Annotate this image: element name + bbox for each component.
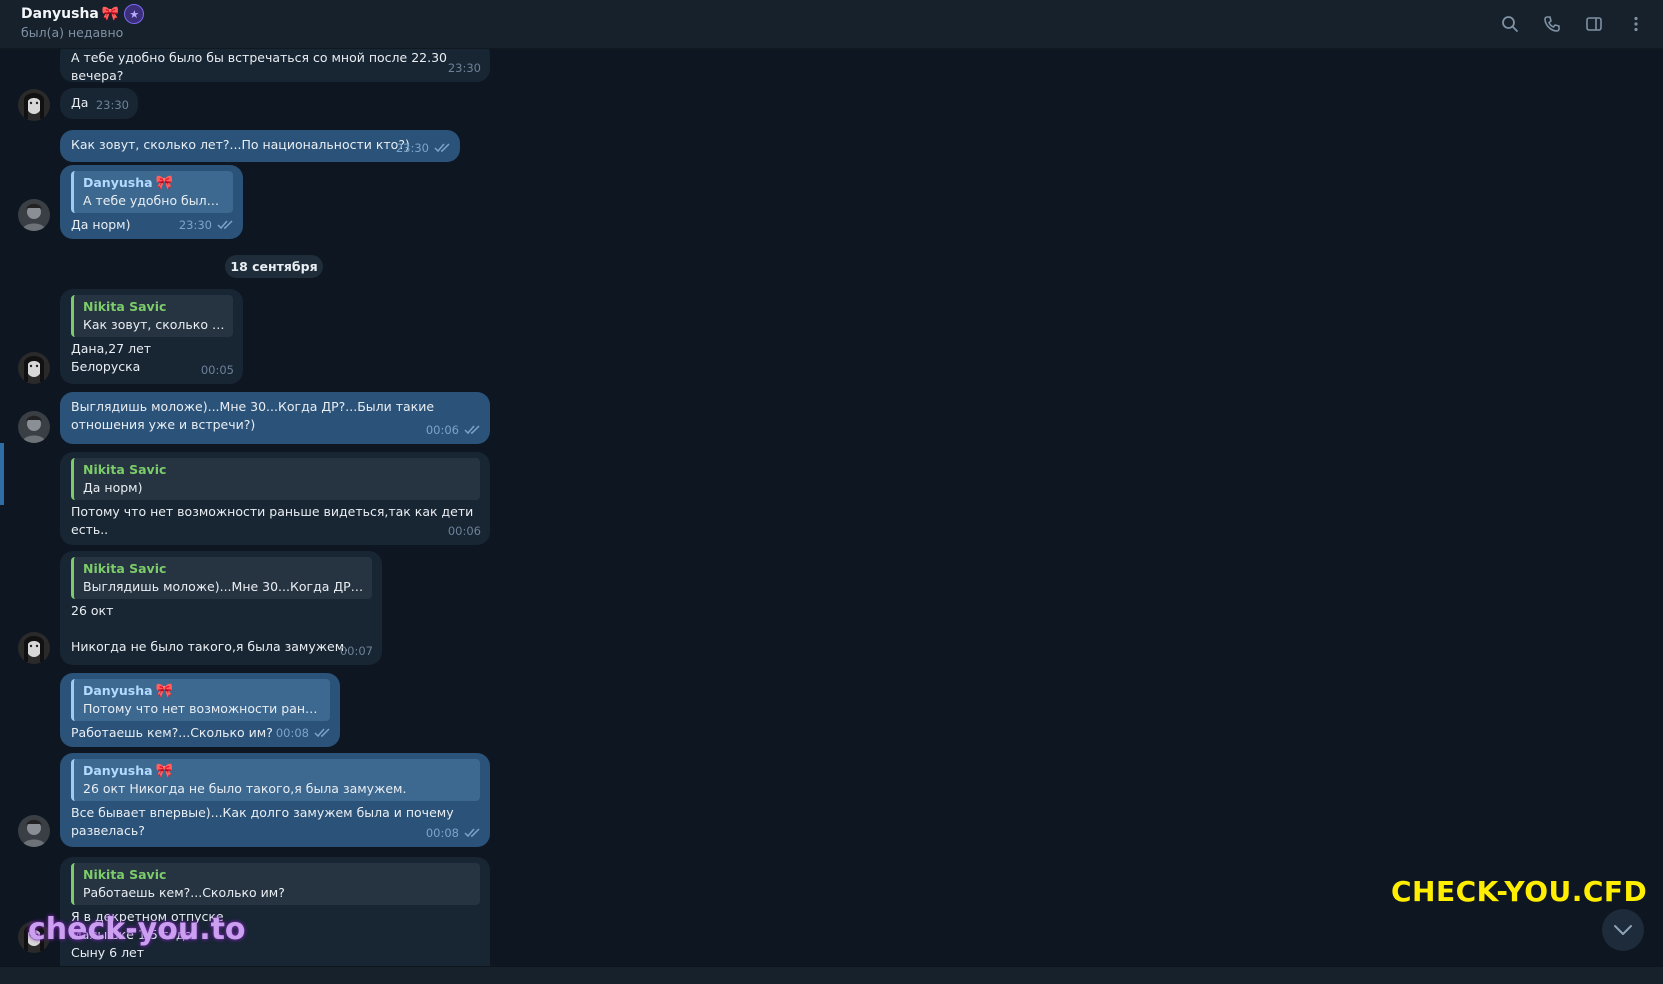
message-input-bar[interactable] — [0, 966, 1663, 984]
reply-author: Nikita Savic — [83, 462, 167, 477]
message-bubble[interactable]: Выглядишь моложе)...Мне 30...Когда ДР?..… — [60, 392, 490, 444]
bow-emoji-icon: 🎀 — [155, 683, 173, 699]
double-check-icon — [464, 828, 480, 838]
message-time: 23:30 — [395, 141, 429, 155]
avatar-nikita[interactable] — [18, 815, 50, 847]
message-text: Никогда не было такого,я была замужем. — [71, 639, 349, 654]
reply-text: Как зовут, сколько ле... — [83, 317, 225, 332]
double-check-icon — [314, 728, 330, 738]
double-check-icon — [434, 143, 450, 153]
message-bubble[interactable]: Nikita Savic Выглядишь моложе)...Мне 30.… — [60, 551, 382, 665]
message-bubble[interactable]: Как зовут, сколько лет?...По национально… — [60, 130, 460, 162]
reply-quote[interactable]: Nikita Savic Выглядишь моложе)...Мне 30.… — [71, 557, 372, 599]
message-time: 23:30 — [95, 98, 129, 112]
premium-star-icon[interactable]: ★ — [124, 4, 145, 24]
reply-quote[interactable]: Danyusha 🎀 26 окт Никогда не было такого,… — [71, 759, 480, 801]
reply-author: Danyusha — [83, 683, 153, 698]
message-text: Потому что нет возможности раньше видеть… — [71, 504, 474, 519]
search-icon[interactable] — [1499, 13, 1521, 35]
reply-text: Работаешь кем?...Сколько им? — [83, 885, 285, 900]
sidebar-toggle-icon[interactable] — [1583, 13, 1605, 35]
message-text: есть.. — [71, 522, 109, 537]
bow-emoji-icon: 🎀 — [155, 175, 173, 191]
message-text: А тебе удобно было бы встречаться со мно… — [71, 50, 447, 83]
more-options-icon[interactable] — [1625, 13, 1647, 35]
bow-emoji-icon: 🎀 — [155, 763, 173, 779]
reply-quote[interactable]: Danyusha 🎀 Потому что нет возможности ран… — [71, 679, 330, 721]
message-text: Все бывает впервые)...Как долго замужем … — [71, 805, 454, 820]
message-bubble[interactable]: Danyusha 🎀 Потому что нет возможности ран… — [60, 673, 340, 747]
message-text: Дана,27 лет — [71, 341, 152, 356]
contact-name-text: Danyusha — [21, 6, 99, 22]
message-time: 00:07 — [339, 644, 373, 658]
watermark-yellow: CHECK-YOU.CFD — [1391, 875, 1648, 908]
reply-quote[interactable]: Nikita Savic Работаешь кем?...Сколько им… — [71, 863, 480, 905]
message-time: 00:05 — [200, 363, 234, 377]
avatar-danyusha[interactable] — [18, 352, 50, 384]
reply-text: Да норм) — [83, 480, 143, 495]
date-separator: 18 сентября — [225, 255, 323, 278]
reply-text: Выглядишь моложе)...Мне 30...Когда ДР?..… — [83, 579, 364, 594]
message-bubble[interactable]: А тебе удобно было бы встречаться со мно… — [60, 49, 490, 83]
phone-icon[interactable] — [1541, 13, 1563, 35]
reply-text: А тебе удобно было б... — [83, 193, 225, 208]
avatar-nikita[interactable] — [18, 199, 50, 231]
scroll-to-bottom-button[interactable] — [1602, 909, 1644, 951]
avatar-nikita[interactable] — [18, 411, 50, 443]
reply-quote[interactable]: Danyusha 🎀 А тебе удобно было б... — [71, 171, 233, 213]
message-time: 00:06 — [447, 524, 481, 538]
message-list[interactable]: А тебе удобно было бы встречаться со мно… — [0, 49, 1663, 966]
chat-header: Danyusha 🎀 ★ был(а) недавно — [0, 0, 1663, 49]
bow-emoji-icon: 🎀 — [101, 6, 120, 22]
message-time: 00:08 — [275, 726, 309, 740]
chevron-down-icon — [1614, 925, 1632, 935]
reply-author: Nikita Savic — [83, 299, 167, 314]
reply-quote[interactable]: Nikita Savic Как зовут, сколько ле... — [71, 295, 233, 337]
reply-text: Потому что нет возможности раньш... — [83, 701, 322, 716]
avatar-danyusha[interactable] — [18, 89, 50, 121]
message-text: отношения уже и встречи?) — [71, 417, 256, 432]
message-bubble[interactable]: Да 23:30 — [60, 88, 138, 119]
double-check-icon — [217, 220, 233, 230]
reply-author: Danyusha — [83, 763, 153, 778]
reply-author: Danyusha — [83, 175, 153, 190]
contact-name[interactable]: Danyusha 🎀 ★ — [21, 4, 145, 24]
message-text: 26 окт — [71, 603, 114, 618]
message-bubble[interactable]: Nikita Savic Как зовут, сколько ле... Да… — [60, 289, 243, 384]
message-text: Выглядишь моложе)...Мне 30...Когда ДР?..… — [71, 399, 435, 414]
message-time: 23:30 — [178, 218, 212, 232]
message-text: Как зовут, сколько лет?...По национально… — [71, 137, 410, 152]
message-time: 00:06 — [425, 423, 459, 437]
message-time: 23:30 — [447, 61, 481, 75]
watermark-purple: check-you.to — [28, 912, 246, 947]
message-bubble[interactable]: Danyusha 🎀 26 окт Никогда не было такого,… — [60, 753, 490, 847]
contact-status: был(а) недавно — [21, 25, 124, 40]
message-text: развелась? — [71, 823, 145, 838]
reply-author: Nikita Savic — [83, 867, 167, 882]
double-check-icon — [464, 425, 480, 435]
reply-text: 26 окт Никогда не было такого,я была зам… — [83, 781, 407, 796]
message-bubble[interactable]: Danyusha 🎀 А тебе удобно было б... Да нор… — [60, 165, 243, 239]
message-bubble[interactable]: Nikita Savic Да норм) Потому что нет воз… — [60, 452, 490, 545]
reply-author: Nikita Savic — [83, 561, 167, 576]
avatar-danyusha[interactable] — [18, 632, 50, 664]
message-time: 00:08 — [425, 826, 459, 840]
reply-quote[interactable]: Nikita Savic Да норм) — [71, 458, 480, 500]
